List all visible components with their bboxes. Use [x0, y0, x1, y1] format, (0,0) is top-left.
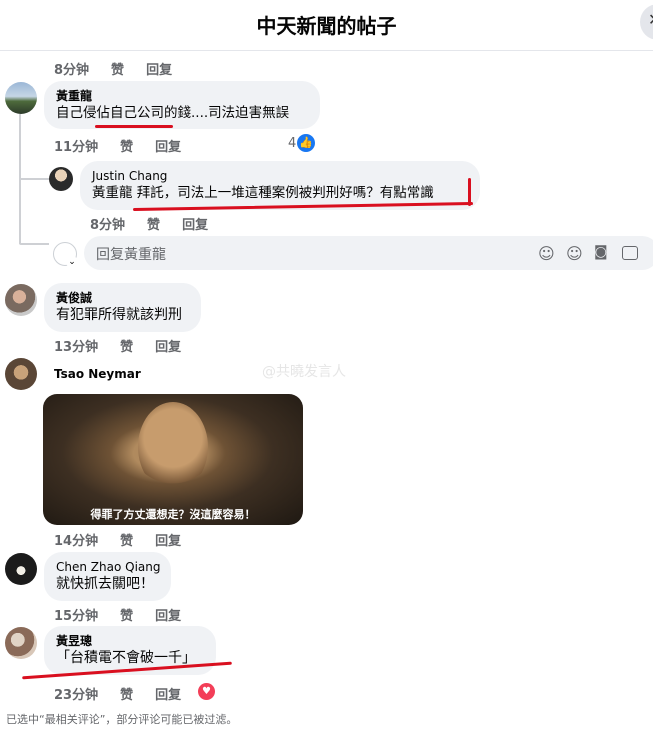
comment-image[interactable]: 得罪了方丈還想走？沒這麼容易！ — [43, 394, 303, 525]
like-button[interactable]: 赞 — [120, 534, 133, 549]
comment-text: 自己侵佔自己公司的錢....司法迫害無誤 — [56, 105, 290, 121]
comment-time[interactable]: 13分钟 — [54, 340, 98, 355]
heart-icon[interactable]: ♥ — [198, 683, 215, 700]
comment-text: 有犯罪所得就該判刑 — [56, 307, 182, 323]
comment-author[interactable]: 黃俊誠 — [56, 290, 189, 306]
comment-author[interactable]: 黃昱璁 — [56, 633, 204, 649]
red-underline — [95, 125, 173, 128]
camera-icon[interactable]: ◙ — [594, 244, 612, 262]
comment-meta: 11分钟 赞 回复 — [54, 136, 203, 155]
comment-bubble: 黃俊誠 有犯罪所得就該判刑 — [44, 283, 201, 332]
like-icon: 👍 — [297, 134, 315, 152]
thread-line — [19, 178, 49, 180]
comment-author[interactable]: Chen Zhao Qiang — [56, 559, 160, 575]
post-header: 中天新聞的帖子 ✕ — [0, 0, 653, 51]
image-caption: 得罪了方丈還想走？沒這麼容易！ — [90, 508, 256, 521]
watermark: @共曉发言人 — [262, 364, 346, 380]
image-figure — [138, 402, 208, 492]
reaction-count[interactable]: 4 — [288, 136, 296, 151]
comment-time[interactable]: 8分钟 — [54, 63, 89, 78]
like-button[interactable]: 赞 — [111, 63, 124, 78]
like-button[interactable]: 赞 — [120, 140, 133, 155]
reply-button[interactable]: 回复 — [182, 218, 208, 233]
comment-meta: 15分钟 赞 回复 — [54, 605, 203, 624]
reply-placeholder: 回复黃重龍 — [96, 247, 166, 263]
comment-meta: 23分钟 赞 回复 — [54, 684, 203, 703]
avatar[interactable] — [5, 82, 37, 114]
comment-meta: 14分钟 赞 回复 — [54, 530, 203, 549]
filter-note: 已选中“最相关评论”，部分评论可能已被过滤。 — [6, 713, 238, 726]
comment-time[interactable]: 11分钟 — [54, 140, 98, 155]
comment-bubble: 黃昱璁 「台積電不會破一千」 — [44, 626, 216, 675]
comment-bubble: 黃重龍 自己侵佔自己公司的錢....司法迫害無誤 — [44, 81, 320, 129]
comment-author[interactable]: Justin Chang — [92, 168, 468, 184]
comment-time[interactable]: 14分钟 — [54, 534, 98, 549]
comment-time[interactable]: 8分钟 — [90, 218, 125, 233]
gif-icon[interactable] — [622, 246, 638, 260]
reply-button[interactable]: 回复 — [146, 63, 172, 78]
reply-input[interactable]: 回复黃重龍 ☺ ☺ ◙ — [84, 236, 653, 270]
reply-button[interactable]: 回复 — [155, 140, 181, 155]
comment-author[interactable]: 黃重龍 — [56, 88, 308, 104]
avatar[interactable] — [5, 358, 37, 390]
avatar[interactable] — [5, 284, 37, 316]
red-underline — [468, 178, 471, 206]
reply-button[interactable]: 回复 — [155, 340, 181, 355]
comment-text: 就快抓去關吧！ — [56, 576, 154, 592]
like-button[interactable]: 赞 — [120, 340, 133, 355]
close-icon: ✕ — [648, 10, 653, 29]
avatar-sticker-icon[interactable]: ☺ — [538, 244, 556, 263]
like-button[interactable]: 赞 — [120, 609, 133, 624]
comment-meta: 13分钟 赞 回复 — [54, 336, 203, 355]
like-button[interactable]: 赞 — [120, 688, 133, 703]
emoji-icon[interactable]: ☺ — [566, 244, 584, 263]
reply-button[interactable]: 回复 — [155, 534, 181, 549]
reply-button[interactable]: 回复 — [155, 609, 181, 624]
comment-time[interactable]: 15分钟 — [54, 609, 98, 624]
comment-meta: 8分钟 赞 回复 — [90, 214, 230, 233]
comment-meta: 8分钟 赞 回复 — [54, 59, 194, 78]
comment-text: 黃重龍 拜託，司法上一堆這種案例被判刑好嗎？有點常識 — [92, 185, 434, 201]
avatar[interactable] — [49, 167, 73, 191]
reply-button[interactable]: 回复 — [155, 688, 181, 703]
thread-line — [19, 243, 49, 245]
comment-bubble: Chen Zhao Qiang 就快抓去關吧！ — [44, 552, 171, 601]
page-title: 中天新聞的帖子 — [256, 14, 397, 38]
avatar[interactable] — [5, 627, 37, 659]
comment-time[interactable]: 23分钟 — [54, 688, 98, 703]
like-button[interactable]: 赞 — [147, 218, 160, 233]
avatar[interactable] — [5, 553, 37, 585]
comment-author[interactable]: Tsao Neymar — [54, 367, 141, 381]
chevron-down-icon[interactable]: ⌄ — [66, 256, 78, 268]
